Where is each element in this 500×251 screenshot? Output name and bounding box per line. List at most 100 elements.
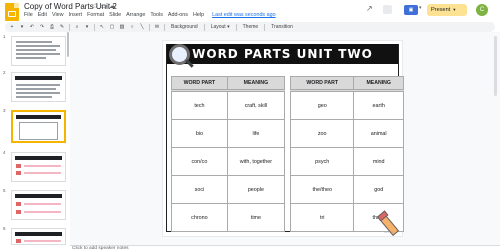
paint-format-icon[interactable]: ✎	[59, 24, 65, 30]
menu-slide[interactable]: Slide	[109, 12, 121, 21]
meaning-cell[interactable]: with, together	[226, 147, 286, 176]
toolbar-divider	[264, 23, 266, 31]
word-parts-table-right[interactable]: WORD PART MEANING geo earth zoo animal p…	[289, 76, 404, 232]
account-avatar[interactable]: C	[476, 4, 488, 16]
slide-thumbnail-4[interactable]	[11, 152, 66, 182]
table-row: the/theo god	[289, 175, 404, 204]
table-row: geo earth	[289, 91, 404, 120]
slide-title-banner[interactable]: WORD PARTS UNIT TWO	[167, 44, 398, 64]
last-edit-link[interactable]: Last edit was seconds ago	[212, 12, 276, 21]
shape-icon[interactable]: ○	[129, 24, 135, 30]
meaning-cell[interactable]: god	[353, 175, 404, 204]
table-row: soci people	[171, 175, 286, 204]
column-header-word-part: WORD PART	[289, 76, 355, 90]
meaning-cell[interactable]: people	[226, 175, 286, 204]
new-slide-icon[interactable]: +	[9, 24, 15, 30]
toolbar-divider	[164, 23, 165, 31]
thumb-number: 2	[3, 70, 6, 75]
word-parts-table-left[interactable]: WORD PART MEANING tech craft, skill bio …	[171, 76, 286, 232]
menu-edit[interactable]: Edit	[38, 12, 47, 21]
meaning-cell[interactable]: life	[226, 119, 286, 148]
table-row: tech craft, skill	[171, 91, 286, 120]
slide-thumbnail-3-selected[interactable]	[11, 110, 66, 143]
menu-tools[interactable]: Tools	[150, 12, 163, 21]
present-options-icon[interactable]: ▣	[404, 5, 418, 15]
background-button[interactable]: Background	[169, 24, 200, 30]
comments-icon[interactable]	[383, 5, 392, 14]
title-actions: ☆▭☁	[92, 2, 118, 10]
column-header-meaning: MEANING	[226, 76, 286, 90]
slide-thumbnail-5[interactable]	[11, 190, 66, 220]
menu-arrange[interactable]: Arrange	[126, 12, 145, 21]
menu-format[interactable]: Format	[87, 12, 104, 21]
current-slide[interactable]: WORD PARTS UNIT TWO WORD PART MEANING te…	[162, 40, 404, 237]
toolbar: + ▾ ↶ ↷ ⎙ ✎ ⌕ ▾ ↖ ▢ ▨ ○ ╲ ✉ Background L…	[5, 22, 495, 32]
slide-canvas[interactable]: WORD PARTS UNIT TWO WORD PART MEANING te…	[70, 32, 500, 245]
move-folder-icon[interactable]: ▭	[100, 3, 109, 10]
image-icon[interactable]: ▨	[119, 24, 125, 30]
speaker-notes-placeholder[interactable]: Click to add speaker notes	[72, 246, 129, 251]
toolbar-divider	[94, 23, 95, 31]
filmstrip-scrollbar[interactable]	[67, 32, 69, 57]
slide-thumbnail-6[interactable]	[11, 228, 66, 245]
meaning-cell[interactable]: animal	[353, 119, 404, 148]
chevron-down-icon[interactable]: ▾	[419, 5, 422, 17]
column-header-word-part: WORD PART	[171, 76, 228, 90]
meaning-cell[interactable]: mind	[353, 147, 404, 176]
slide-thumbnail-1[interactable]	[11, 36, 66, 66]
slides-logo-icon[interactable]	[5, 3, 19, 21]
thumb-number: 3	[3, 108, 6, 113]
word-part-cell[interactable]: geo	[289, 91, 355, 120]
layout-button[interactable]: Layout ▾	[209, 24, 232, 30]
word-part-cell[interactable]: psych	[289, 147, 355, 176]
new-slide-chevron-icon[interactable]: ▾	[19, 24, 25, 30]
activity-dashboard-icon[interactable]: ↗	[366, 4, 376, 16]
slide-thumbnail-2[interactable]	[11, 72, 66, 102]
word-part-cell[interactable]: tech	[171, 91, 228, 120]
comment-icon[interactable]: ✉	[154, 24, 160, 30]
cloud-status-icon[interactable]: ☁	[109, 3, 118, 10]
canvas-scrollbar[interactable]	[494, 36, 497, 96]
meaning-cell[interactable]: craft, skill	[226, 91, 286, 120]
undo-icon[interactable]: ↶	[29, 24, 35, 30]
column-header-meaning: MEANING	[353, 76, 404, 90]
thumb-number: 5	[3, 188, 6, 193]
theme-button[interactable]: Theme	[241, 24, 261, 30]
word-part-cell[interactable]: con/co	[171, 147, 228, 176]
zoom-icon[interactable]: ⌕	[74, 24, 80, 30]
table-row: zoo animal	[289, 119, 404, 148]
table-row: con/co with, together	[171, 147, 286, 176]
present-chevron-icon[interactable]: ▾	[453, 7, 455, 13]
present-button[interactable]: Present ▾	[427, 4, 467, 16]
slide-credit-mark: ▪▪▪ ▪▪ ▪▪▪	[384, 230, 395, 234]
toolbar-divider	[69, 23, 70, 31]
thumb-number: 6	[3, 226, 6, 231]
menu-file[interactable]: File	[24, 12, 33, 21]
table-row: psych mind	[289, 147, 404, 176]
meaning-cell[interactable]: earth	[353, 91, 404, 120]
meaning-cell[interactable]: time	[226, 203, 286, 232]
line-icon[interactable]: ╲	[139, 24, 145, 30]
thumb-number: 4	[3, 150, 6, 155]
text-box-icon[interactable]: ▢	[109, 24, 115, 30]
speaker-notes-panel[interactable]	[70, 245, 500, 251]
magnifying-glass-icon	[169, 44, 190, 65]
word-part-cell[interactable]: chrono	[171, 203, 228, 232]
menu-view[interactable]: View	[52, 12, 64, 21]
word-part-cell[interactable]: tri	[289, 203, 355, 232]
menu-help[interactable]: Help	[193, 12, 204, 21]
menu-addons[interactable]: Add-ons	[168, 12, 188, 21]
word-part-cell[interactable]: the/theo	[289, 175, 355, 204]
slide-filmstrip[interactable]: 1 2 3 4 5 6	[0, 32, 70, 245]
select-icon[interactable]: ↖	[99, 24, 105, 30]
menu-insert[interactable]: Insert	[69, 12, 82, 21]
print-icon[interactable]: ⎙	[49, 24, 55, 30]
toolbar-divider	[149, 23, 150, 31]
transition-button[interactable]: Transition	[269, 24, 295, 30]
table-row: bio life	[171, 119, 286, 148]
zoom-chevron-icon[interactable]: ▾	[84, 24, 90, 30]
word-part-cell[interactable]: bio	[171, 119, 228, 148]
redo-icon[interactable]: ↷	[39, 24, 45, 30]
word-part-cell[interactable]: soci	[171, 175, 228, 204]
word-part-cell[interactable]: zoo	[289, 119, 355, 148]
